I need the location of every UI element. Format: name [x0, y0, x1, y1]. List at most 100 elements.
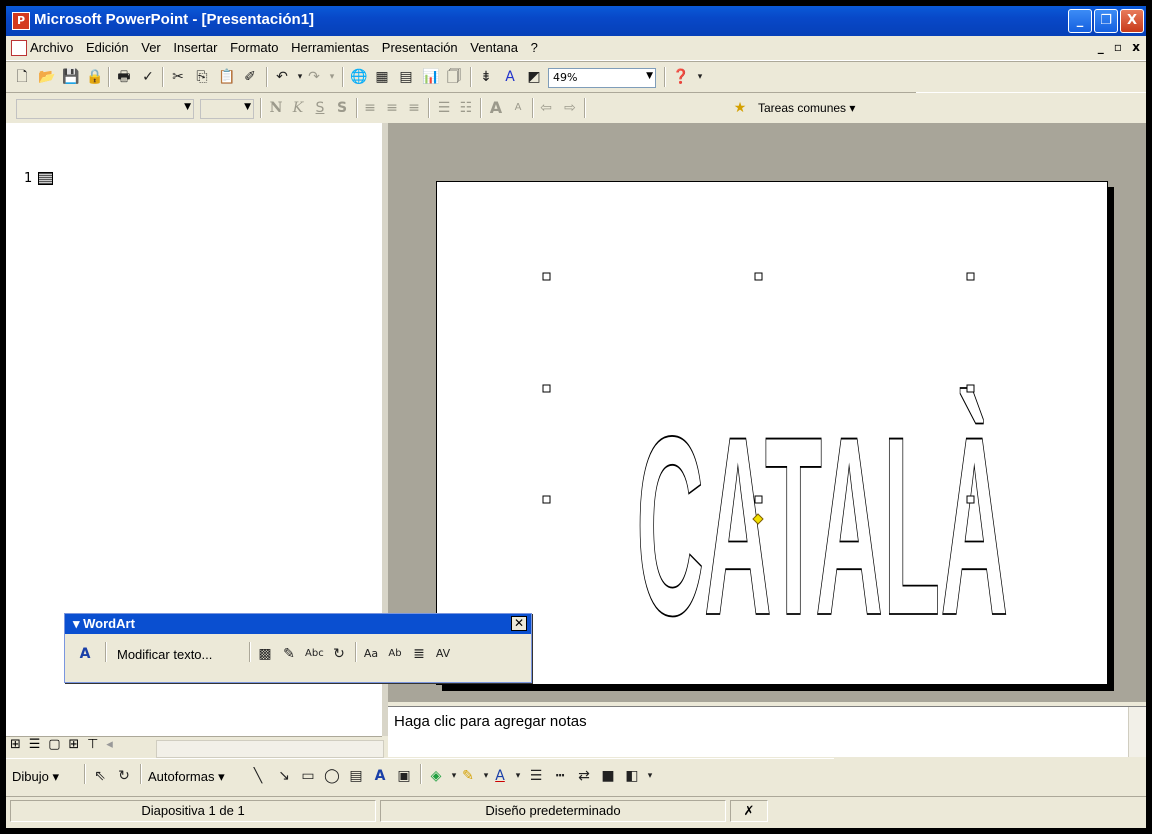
copy-icon[interactable]: ⎘: [194, 69, 210, 85]
wordart-gallery-icon[interactable]: ▩: [257, 646, 273, 662]
alignment-icon[interactable]: ≣: [411, 646, 427, 662]
arrow-icon[interactable]: ↘: [276, 768, 292, 784]
format-painter-icon[interactable]: ✐: [242, 69, 258, 85]
font-color-dropdown-icon[interactable]: ▾: [510, 768, 526, 784]
resize-handle[interactable]: [542, 495, 551, 504]
underline-button[interactable]: S: [312, 100, 328, 116]
font-color-icon[interactable]: A: [492, 768, 508, 784]
text-box-icon[interactable]: ▤: [348, 768, 364, 784]
doc-minimize-button[interactable]: _: [1098, 40, 1104, 54]
insert-wordart-icon[interactable]: A: [77, 646, 93, 662]
numbering-icon[interactable]: ☰: [436, 100, 452, 116]
new-slide-icon[interactable]: 🗍: [446, 69, 462, 85]
bullets-icon[interactable]: ☷: [458, 100, 474, 116]
menu-ver[interactable]: Ver: [141, 40, 161, 55]
permission-icon[interactable]: 🔒: [86, 69, 103, 85]
wordart-object[interactable]: CATALÀ: [437, 182, 1107, 684]
bold-button[interactable]: N: [268, 100, 284, 116]
tareas-comunes-button[interactable]: Tareas comunes ▾: [758, 101, 855, 115]
align-right-icon[interactable]: ≡: [406, 100, 422, 116]
insert-table-icon[interactable]: ▤: [398, 69, 414, 85]
demote-icon[interactable]: ⇨: [562, 100, 578, 116]
paste-icon[interactable]: 📋: [218, 69, 235, 85]
new-icon[interactable]: 🗋: [14, 69, 30, 85]
format-wordart-icon[interactable]: ✎: [281, 646, 297, 662]
save-icon[interactable]: 💾: [62, 69, 79, 85]
minimize-button[interactable]: _: [1068, 9, 1092, 33]
insert-chart-icon[interactable]: 📊: [422, 69, 439, 85]
dash-style-icon[interactable]: ┅: [552, 768, 568, 784]
scroll-left-icon[interactable]: ◂: [106, 737, 113, 752]
resize-handle[interactable]: [966, 272, 975, 281]
menu-archivo[interactable]: Archivo: [30, 40, 73, 55]
notes-pane[interactable]: Haga clic para agregar notas: [388, 706, 1146, 757]
font-size-combo[interactable]: ▼: [200, 99, 254, 119]
same-letter-heights-icon[interactable]: Aa: [363, 646, 379, 662]
menu-formato[interactable]: Formato: [230, 40, 278, 55]
help-icon[interactable]: ❓: [672, 69, 689, 85]
free-rotate-icon[interactable]: ↻: [116, 768, 132, 784]
fill-color-icon[interactable]: ◈: [428, 768, 444, 784]
select-arrow-icon[interactable]: ⇖: [92, 768, 108, 784]
close-button[interactable]: X: [1120, 9, 1144, 33]
horizontal-scrollbar[interactable]: [156, 740, 384, 758]
align-left-icon[interactable]: ≡: [362, 100, 378, 116]
print-icon[interactable]: 🖶: [116, 69, 132, 85]
wordart-toolbar-titlebar[interactable]: ▾ WordArt ✕: [65, 614, 531, 634]
resize-handle[interactable]: [754, 495, 763, 504]
oval-icon[interactable]: ◯: [324, 768, 340, 784]
vertical-text-icon[interactable]: Ab: [387, 646, 403, 662]
menu-presentacion[interactable]: Presentación: [382, 40, 458, 55]
undo-icon[interactable]: ↶: [274, 69, 290, 85]
3d-style-icon[interactable]: ◧: [624, 768, 640, 784]
resize-handle[interactable]: [966, 384, 975, 393]
toolbar-options-icon[interactable]: ▾: [642, 768, 658, 784]
line-color-icon[interactable]: ✎: [460, 768, 476, 784]
document-icon[interactable]: [11, 40, 27, 56]
font-combo[interactable]: ▼: [16, 99, 194, 119]
resize-handle[interactable]: [966, 495, 975, 504]
slide-canvas[interactable]: CATALÀ: [436, 181, 1108, 685]
doc-restore-button[interactable]: ▫: [1114, 40, 1122, 54]
shadow-style-icon[interactable]: ■: [600, 768, 616, 784]
autoformas-menu[interactable]: Autoformas ▾: [148, 769, 225, 785]
notes-vertical-scrollbar[interactable]: [1128, 707, 1146, 757]
slide-show-icon[interactable]: ⊤: [87, 737, 98, 752]
resize-handle[interactable]: [542, 272, 551, 281]
align-center-icon[interactable]: ≡: [384, 100, 400, 116]
arrow-style-icon[interactable]: ⇄: [576, 768, 592, 784]
shadow-button[interactable]: S: [334, 100, 350, 116]
menu-herramientas[interactable]: Herramientas: [291, 40, 369, 55]
insert-clipart-icon[interactable]: ▣: [396, 768, 412, 784]
promote-icon[interactable]: ⇦: [538, 100, 554, 116]
toolbar-options-icon[interactable]: ▾: [692, 69, 708, 85]
resize-handle[interactable]: [754, 272, 763, 281]
redo-dropdown-icon[interactable]: ▾: [324, 69, 340, 85]
menu-help[interactable]: ?: [531, 40, 538, 55]
restore-button[interactable]: ❐: [1094, 9, 1118, 33]
hyperlink-icon[interactable]: 🌐: [350, 69, 367, 85]
show-formatting-icon[interactable]: A: [502, 69, 518, 85]
line-style-icon[interactable]: ☰: [528, 768, 544, 784]
slide-sorter-icon[interactable]: ⊞: [68, 737, 79, 752]
decrease-font-icon[interactable]: A: [510, 100, 526, 116]
dibujo-menu[interactable]: Dibujo ▾: [12, 769, 59, 785]
line-icon[interactable]: ╲: [250, 768, 266, 784]
menu-insertar[interactable]: Insertar: [173, 40, 217, 55]
doc-close-button[interactable]: x: [1132, 40, 1140, 54]
title-bar[interactable]: P Microsoft PowerPoint - [Presentación1]…: [6, 6, 1146, 36]
powerpoint-app-icon[interactable]: P: [12, 12, 30, 30]
star-tasks-icon[interactable]: ★: [732, 100, 748, 116]
increase-font-icon[interactable]: A: [488, 100, 504, 116]
italic-button[interactable]: K: [290, 100, 306, 116]
grayscale-icon[interactable]: ◩: [526, 69, 542, 85]
redo-icon[interactable]: ↷: [306, 69, 322, 85]
zoom-combo[interactable]: 49% ▼: [548, 68, 656, 88]
edit-text-button[interactable]: Modificar texto...: [117, 647, 212, 662]
wordart-close-button[interactable]: ✕: [511, 616, 527, 631]
expand-all-icon[interactable]: ⇟: [478, 69, 494, 85]
rectangle-icon[interactable]: ▭: [300, 768, 316, 784]
cut-icon[interactable]: ✂: [170, 69, 186, 85]
tables-borders-icon[interactable]: ▦: [374, 69, 390, 85]
slide-view-icon[interactable]: ▢: [48, 737, 60, 752]
